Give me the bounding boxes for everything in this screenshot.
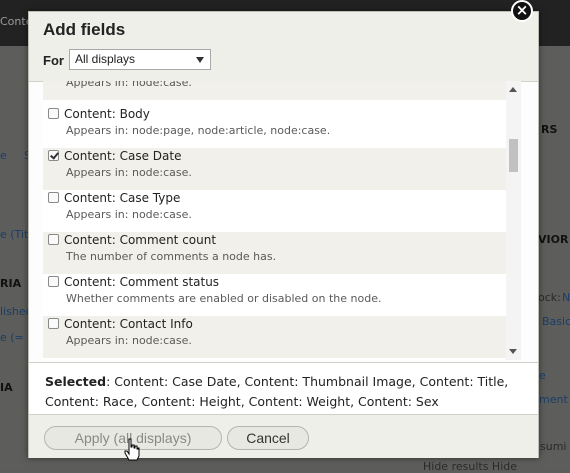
field-checkbox[interactable] <box>48 276 59 287</box>
field-checkbox[interactable] <box>48 318 59 329</box>
field-description: Appears in: node:case. <box>66 334 192 347</box>
scroll-thumb[interactable] <box>509 139 518 172</box>
list-item[interactable]: Content: Case Type Appears in: node:case… <box>43 190 506 232</box>
for-label: For <box>43 53 64 68</box>
field-checkbox[interactable] <box>48 150 59 161</box>
field-description: Appears in: node:case. <box>66 81 192 89</box>
field-name[interactable]: Content: Contact Info <box>64 317 193 331</box>
field-name[interactable]: Content: Body <box>64 107 150 121</box>
scroll-up-icon[interactable] <box>509 87 517 92</box>
field-description: The number of comments a node has. <box>66 250 277 263</box>
bg-link: ment <box>539 393 568 406</box>
selected-label: Selected <box>45 374 107 389</box>
list-item[interactable]: Content: Contact Info Appears in: node:c… <box>43 316 506 358</box>
selected-fields: : Content: Case Date, Content: Thumbnail… <box>45 374 509 409</box>
bg-link: N <box>562 291 570 304</box>
bg-text: sumi <box>540 440 567 453</box>
field-name[interactable]: Content: Case Type <box>64 191 180 205</box>
display-select[interactable]: All displays <box>69 49 211 70</box>
bg-heading: IA <box>0 381 13 394</box>
scroll-down-icon[interactable] <box>509 349 517 354</box>
hand-cursor-icon <box>124 438 140 461</box>
bg-heading: VIOR <box>538 233 569 246</box>
field-description: Appears in: node:case. <box>66 208 192 221</box>
dialog-header: Add fields For All displays <box>29 12 538 82</box>
list-scrollbar[interactable] <box>506 81 521 360</box>
dialog-footer: Apply (all displays) Cancel <box>29 414 538 458</box>
add-fields-dialog: Add fields For All displays Appears in: … <box>28 11 539 458</box>
fields-list[interactable]: Appears in: node:case. Content: Body App… <box>43 81 520 360</box>
bg-link: Basic <box>542 315 570 328</box>
field-description: Whether comments are enabled or disabled… <box>66 292 382 305</box>
selected-summary-text: Selected: Content: Case Date, Content: T… <box>45 372 515 412</box>
list-item[interactable]: Content: Comment status Whether comments… <box>43 274 506 316</box>
close-icon[interactable]: × <box>511 0 533 22</box>
field-checkbox[interactable] <box>48 108 59 119</box>
list-item[interactable]: Content: Comment count The number of com… <box>43 232 506 274</box>
list-item[interactable]: Appears in: node:case. <box>43 81 506 100</box>
dialog-title: Add fields <box>43 20 126 39</box>
cancel-button[interactable]: Cancel <box>227 426 309 450</box>
bg-link: e (= <box>0 331 24 344</box>
bg-text: ock: <box>538 291 561 304</box>
list-item[interactable] <box>43 358 506 360</box>
bg-text: Hide results Hide <box>423 460 517 473</box>
selected-summary: Selected: Content: Case Date, Content: T… <box>29 362 538 415</box>
list-item[interactable]: Content: Body Appears in: node:page, nod… <box>43 106 506 148</box>
field-description: Appears in: node:page, node:article, nod… <box>66 124 331 137</box>
chevron-down-icon <box>196 57 204 63</box>
bg-heading: RIA <box>0 277 22 290</box>
bg-link: e (Titl <box>0 228 32 241</box>
bg-link: e <box>539 369 546 382</box>
field-checkbox[interactable] <box>48 192 59 203</box>
field-name[interactable]: Content: Comment status <box>64 275 219 289</box>
field-name[interactable]: Content: Comment count <box>64 233 216 247</box>
field-description: Appears in: node:case. <box>66 166 192 179</box>
field-checkbox[interactable] <box>48 234 59 245</box>
display-select-value: All displays <box>75 52 136 66</box>
bg-heading: RS <box>541 123 558 136</box>
field-name[interactable]: Content: Case Date <box>64 149 181 163</box>
bg-link: e <box>0 149 7 162</box>
list-item[interactable]: Content: Case Date Appears in: node:case… <box>43 148 506 190</box>
